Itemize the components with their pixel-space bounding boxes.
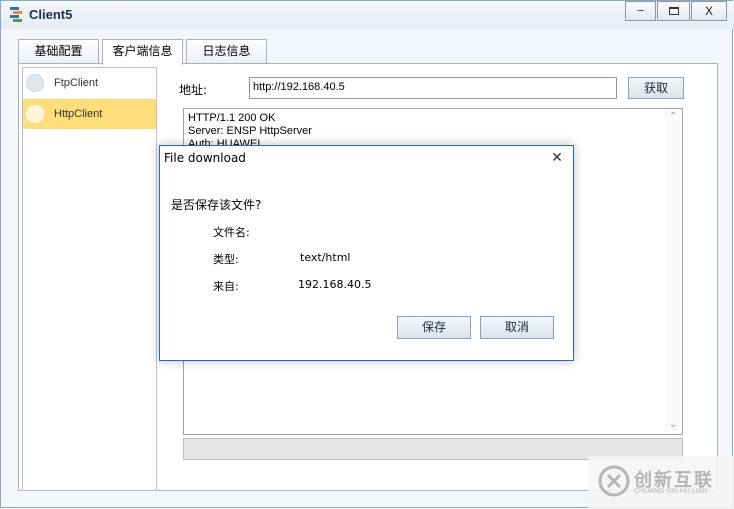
url-input[interactable]: http://192.168.40.5 [249,77,617,99]
save-button[interactable]: 保存 [397,316,471,339]
watermark: 创新互联 CHUANG XIN HU LIAN [588,456,734,509]
minimize-button[interactable]: ─ [625,1,656,21]
window-title: Client5 [29,7,73,22]
file-download-dialog: File download ✕ 是否保存该文件? 文件名: 类型: text/h… [159,145,574,361]
filename-label: 文件名: [213,226,250,239]
maximize-button[interactable] [657,1,690,21]
maximize-icon [668,7,679,15]
cancel-button[interactable]: 取消 [480,316,554,339]
scroll-down-icon[interactable]: ⌄ [669,419,677,430]
http-client-icon [26,105,44,123]
from-value: 192.168.40.5 [298,278,372,291]
type-label: 类型: [213,253,239,266]
sidebar-item-label: HttpClient [54,108,103,120]
tab-basic-config[interactable]: 基础配置 [18,39,99,64]
address-label: 地址: [179,83,208,97]
save-question: 是否保存该文件? [171,198,262,212]
dialog-title: File download [164,151,246,165]
scroll-up-icon[interactable]: ⌃ [669,111,677,122]
watermark-subtitle: CHUANG XIN HU LIAN [634,488,708,495]
tab-client-info[interactable]: 客户端信息 [102,39,183,65]
minimize-icon: ─ [637,5,644,17]
response-line: HTTP/1.1 200 OK [188,112,276,124]
from-label: 来自: [213,280,239,293]
close-button[interactable]: X [691,1,727,21]
title-bar[interactable]: Client5 ─ X [1,1,734,29]
sidebar-item-label: FtpClient [54,77,99,89]
fetch-button[interactable]: 获取 [628,77,684,99]
app-icon [10,7,22,22]
response-line: Server: ENSP HttpServer [188,125,312,137]
vertical-scrollbar[interactable]: ⌃ ⌄ [665,109,682,434]
ftp-client-icon [26,74,44,92]
sidebar-item-httpclient[interactable]: HttpClient [23,99,156,129]
watermark-logo-icon [598,465,630,497]
type-value: text/html [300,251,351,264]
close-icon: X [704,4,713,18]
client-type-list: FtpClient HttpClient [22,67,157,491]
dialog-close-icon[interactable]: ✕ [549,149,565,167]
tab-log-info[interactable]: 日志信息 [186,39,267,64]
sidebar-item-ftpclient[interactable]: FtpClient [23,68,156,98]
